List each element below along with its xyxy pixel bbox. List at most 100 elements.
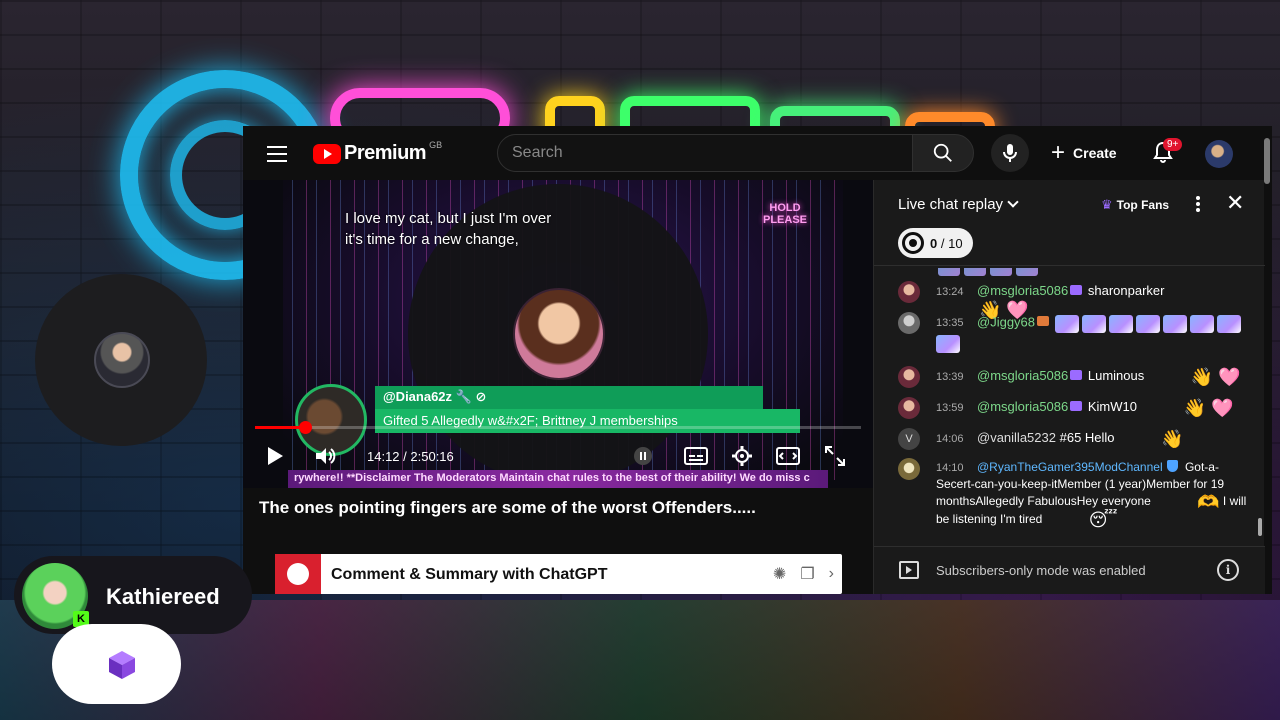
sticker-emote [1135,315,1160,333]
top-navigation-bar: Premium GB + Create 9+ [243,126,1272,180]
goal-current: 0 [930,235,938,251]
theater-mode-button[interactable] [775,444,801,468]
plus-icon: + [1051,139,1066,166]
video-progress-bar[interactable] [255,421,861,434]
progress-played [255,426,306,429]
chat-footer: Subscribers-only mode was enabled i [874,546,1265,594]
voice-search-button[interactable] [991,134,1029,172]
close-chat-icon[interactable]: ✕ [1226,192,1244,214]
chat-message[interactable]: 13:59 @msgloria5086 KimW10 👋 🩷 [898,397,1250,419]
extension-logo-icon [275,554,321,594]
chat-author[interactable]: @msgloria5086 [977,399,1068,414]
create-button[interactable]: + Create [1051,136,1117,170]
video-title: The ones pointing fingers are some of th… [259,498,756,517]
openai-icon[interactable]: ✺ [773,564,786,584]
subtitles-button[interactable] [683,444,709,468]
chat-emotes: 👋 🩷 [1183,398,1234,418]
chat-message-list[interactable]: 13:24 @msgloria5086 sharonparker 👋 🩷 13:… [874,268,1257,546]
youtube-logo-icon [313,143,341,164]
chat-text: KimW10 [1087,399,1137,414]
search-icon [933,143,952,162]
sticker-emote [1081,315,1106,333]
play-icon [268,447,283,465]
page-scrollbar[interactable] [1264,138,1270,184]
fullscreen-button[interactable] [823,444,847,468]
top-fans-button[interactable]: ♛ Top Fans [1101,197,1169,213]
pause-toggle-icon [634,447,652,465]
youtube-premium-logo[interactable]: Premium GB [313,139,443,165]
crown-icon: ♛ [1101,197,1113,212]
chat-author[interactable]: @vanilla5232 [977,430,1056,445]
create-label: Create [1073,145,1117,161]
time-display: 14:12 / 2:50:16 [367,449,454,464]
search-input[interactable] [498,135,912,171]
chevron-right-icon[interactable]: › [829,565,834,583]
chevron-down-icon [1007,196,1019,208]
chat-timestamp: 13:24 [936,286,964,298]
more-options-icon[interactable] [1192,194,1204,214]
search-button[interactable] [912,134,974,172]
video-player[interactable]: I love my cat, but I just I'm over it's … [243,180,873,488]
chat-message[interactable]: 13:35 @Jiggy68 [898,312,1250,353]
chat-message[interactable]: 13:39 @msgloria5086 Luminous 👋 🩷 [898,366,1250,388]
sticker-emote [1216,315,1241,333]
chat-message[interactable]: 14:10 @RyanTheGamer395ModChannel Got-a-S… [898,458,1250,529]
goal-counter: 0 / 10 [930,236,963,251]
sticker-emote [936,335,960,353]
youtube-play-icon [899,561,919,579]
fullscreen-icon [825,446,845,466]
chat-avatar [898,366,920,388]
chat-timestamp: 14:06 [936,433,964,445]
microphone-icon [1003,144,1017,162]
chat-author[interactable]: @Jiggy68 [977,314,1035,329]
moderator-shield-icon [1166,460,1178,472]
purple-cube-icon [109,651,135,679]
autoplay-toggle[interactable] [631,444,655,468]
chat-mode-notice: Subscribers-only mode was enabled [936,563,1146,578]
total-time: 2:50:16 [410,449,454,464]
chat-author[interactable]: @msgloria5086 [977,283,1068,298]
settings-button[interactable] [729,444,755,468]
logo-text: Premium [344,142,427,164]
chat-emote: 🫶 [1197,492,1220,512]
chat-avatar [898,458,920,480]
sticker-emote [1054,315,1079,333]
video-streamer-avatar [513,288,605,380]
gift-message: Gifted 5 Allegedly w&#x2F; Brittney J me… [375,409,800,433]
chat-message[interactable]: V 14:06 @vanilla5232 #65 Hello 👋 [898,428,1250,450]
youtube-window: Premium GB + Create 9+ I love my cat, bu… [243,126,1272,594]
account-avatar[interactable] [1205,140,1233,168]
chat-emotes: 👋 [1161,429,1184,449]
video-caption: I love my cat, but I just I'm over it's … [345,210,552,248]
current-time: 14:12 [367,449,400,464]
chat-timestamp: 13:39 [936,371,964,383]
member-badge-icon [1037,316,1050,327]
chat-avatar [898,312,920,334]
gift-username: @Diana62z 🔧 ⊘ [375,386,763,409]
chat-avatar [898,281,920,303]
chat-author[interactable]: @RyanTheGamer395ModChannel [977,460,1163,474]
chat-author[interactable]: @msgloria5086 [977,368,1068,383]
live-chat-panel: Live chat replay ♛ Top Fans ✕ 0 / 10 13:2… [873,180,1265,594]
live-chat-mode-dropdown[interactable]: Live chat replay [898,196,1019,213]
copy-icon[interactable]: ❐ [800,564,814,584]
time-separator: / [399,449,411,464]
goal-target-icon [902,232,924,254]
chatgpt-bar-label: Comment & Summary with ChatGPT [331,566,608,583]
chat-timestamp: 13:35 [936,317,964,329]
menu-icon[interactable] [267,146,287,162]
notification-count-badge: 9+ [1163,138,1183,151]
play-button[interactable] [263,444,287,468]
logo-region: GB [429,139,443,150]
goal-total: / 10 [940,235,963,251]
chat-goal-pill[interactable]: 0 / 10 [898,228,973,258]
viewer-name: Kathiereed [106,584,220,609]
info-icon[interactable]: i [1217,559,1239,581]
chat-scrollbar-thumb[interactable] [1258,518,1262,536]
theater-icon [776,447,800,465]
chat-avatar: V [898,428,920,450]
player-controls: 14:12 / 2:50:16 [243,440,873,472]
chatgpt-bar-tools: ✺ ❐ › [773,564,834,584]
chatgpt-extension-bar[interactable]: Comment & Summary with ChatGPT ✺ ❐ › [275,554,842,594]
volume-button[interactable] [313,444,339,468]
